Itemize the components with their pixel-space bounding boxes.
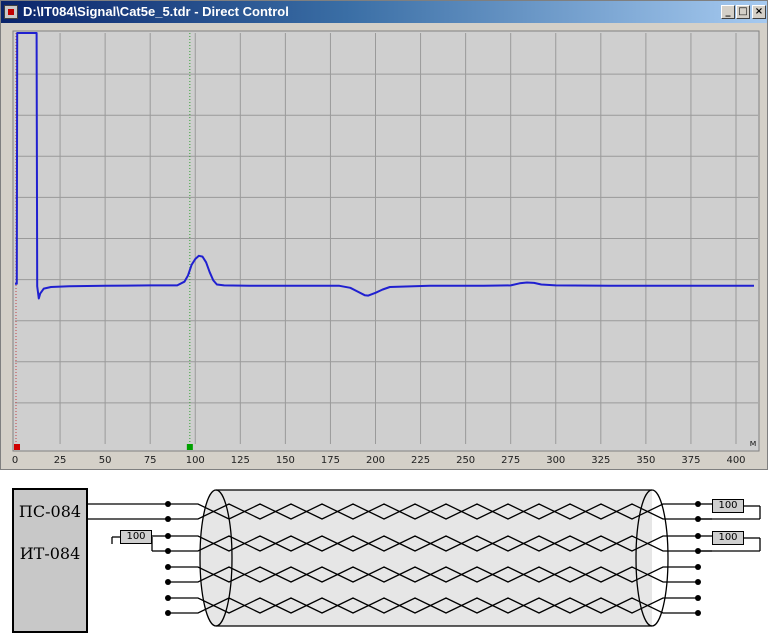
resistor-right-top: 100 [712,499,744,513]
x-tick-label: 275 [501,455,520,466]
wire-terminal [695,564,701,570]
x-tick-label: 300 [546,455,565,466]
plot-area [12,30,760,452]
resistor-left: 100 [120,530,152,544]
x-tick-label: 175 [321,455,340,466]
minimize-button[interactable]: _ [721,5,735,19]
cursor-marker [186,444,193,450]
x-tick-label: 250 [456,455,475,466]
wire-terminal [695,579,701,585]
cable-diagram: ПС-084 ИТ-084 100 100 100 [0,478,774,638]
title-bar[interactable]: D:\IT084\Signal\Cat5e_5.tdr - Direct Con… [1,1,767,23]
tdr-chart[interactable]: 0 25 50 75 100 125 150 175 200 225 250 275 300 325 350… [8,26,764,467]
maximize-button[interactable]: □ [736,5,750,19]
x-tick-label: 125 [231,455,250,466]
wire-terminal [165,610,171,616]
pc-084-box: ПС-084 [12,488,88,534]
wire-terminal [695,595,701,601]
plot-panel: 0 25 50 75 100 125 150 175 200 225 250 275 300 325 350… [8,26,764,467]
wire-terminal [165,595,171,601]
close-button[interactable]: × [752,5,766,19]
x-tick-label: 25 [54,455,67,466]
x-unit-label: м [750,439,757,449]
x-tick-label: 375 [681,455,700,466]
x-tick-label: 400 [726,455,745,466]
app-icon [4,5,18,19]
x-tick-label: 200 [366,455,385,466]
x-tick-label: 225 [411,455,430,466]
x-tick-label: 75 [144,455,157,466]
pc-084-label: ПС-084 [18,502,82,521]
x-tick-label: 150 [276,455,295,466]
wire-terminal [165,564,171,570]
app-window: D:\IT084\Signal\Cat5e_5.tdr - Direct Con… [0,0,768,470]
it-084-box: ИТ-084 [12,532,88,633]
window-title: D:\IT084\Signal\Cat5e_5.tdr - Direct Con… [23,4,289,19]
it-084-label: ИТ-084 [19,544,81,563]
cable-svg [88,489,761,627]
x-tick-label: 325 [591,455,610,466]
resistor-right-bottom: 100 [712,531,744,545]
x-tick-label: 350 [636,455,655,466]
wire-terminal [165,579,171,585]
x-tick-label: 50 [99,455,112,466]
wire-terminal [695,610,701,616]
x-tick-label: 100 [186,455,205,466]
x-tick-label: 0 [12,455,18,466]
origin-marker [14,444,20,450]
